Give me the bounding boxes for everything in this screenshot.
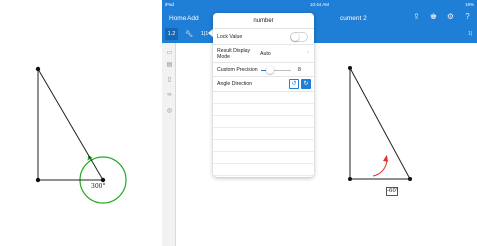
empty-list-row: [213, 152, 314, 164]
keyboard-icon[interactable]: ▭: [165, 48, 174, 56]
add-button[interactable]: Add: [187, 15, 199, 22]
custom-precision-label: Custom Precision: [217, 67, 258, 73]
right-arc-arrowhead: [383, 155, 389, 162]
angle-direction-row: Angle Direction ↺ ↻: [213, 77, 314, 92]
angle-measure-label[interactable]: -60°: [386, 187, 399, 196]
counterclockwise-icon[interactable]: ↺: [289, 79, 299, 89]
custom-precision-row: Custom Precision 8: [213, 63, 314, 77]
book-icon[interactable]: ▯: [165, 75, 174, 83]
left-vertex-bottom-left: [35, 177, 41, 183]
empty-list-row: [213, 92, 314, 104]
status-battery: 19%: [464, 2, 474, 7]
chevron-right-icon: ›: [307, 50, 309, 56]
angle-direction-label: Angle Direction: [217, 81, 253, 87]
empty-list-row: [213, 164, 314, 176]
document-title[interactable]: cument 2: [340, 15, 367, 22]
precision-slider-handle[interactable]: [266, 66, 274, 74]
left-vertex-top: [35, 66, 41, 72]
left-vertex-bottom-right: [100, 177, 106, 183]
empty-list-row: [213, 104, 314, 116]
custom-precision-value: 8: [298, 67, 301, 73]
lock-value-toggle[interactable]: [290, 32, 308, 42]
left-geometry-canvas[interactable]: 300°: [0, 0, 162, 246]
left-tool-sidebar: ▭ ▤ ▯ ∞ ◎: [162, 43, 176, 246]
layout-icon[interactable]: ▤: [165, 60, 174, 68]
right-hypotenuse: [349, 67, 411, 180]
status-time: 10:44 AM: [309, 2, 329, 7]
left-angle-label: 300°: [91, 183, 105, 190]
empty-list-row: [213, 140, 314, 152]
number-tool-button[interactable]: 1.2: [165, 28, 178, 40]
right-vertex-bottom-right: [408, 177, 412, 181]
lock-value-row: Lock Value: [213, 29, 314, 45]
result-display-label: Result Display Mode: [217, 48, 251, 60]
result-display-value: Auto: [260, 51, 271, 57]
panel-toggle-button[interactable]: 1|: [466, 28, 474, 40]
right-vertex-bottom-left: [348, 177, 352, 181]
popover-title: number: [213, 13, 314, 29]
camera-icon[interactable]: ◎: [165, 106, 174, 114]
empty-list-row: [213, 128, 314, 140]
user-icon[interactable]: ♚: [428, 11, 439, 22]
right-vertex-top: [348, 66, 352, 70]
link-icon[interactable]: ∞: [165, 91, 174, 99]
help-icon[interactable]: ?: [462, 11, 473, 22]
result-display-row[interactable]: Result Display Mode Auto ›: [213, 45, 314, 63]
lock-value-label: Lock Value: [217, 34, 243, 40]
share-icon[interactable]: ⇪: [411, 11, 422, 22]
empty-list-row: [213, 116, 314, 128]
left-triangle-figure: 300°: [35, 66, 127, 204]
wrench-icon[interactable]: 🔧︎: [183, 28, 195, 40]
status-bar: iPad 10:44 AM 19%: [162, 0, 477, 9]
ipad-app-window: iPad 10:44 AM 19% Home Add cument 2 ⇪ ♚ …: [162, 0, 477, 246]
gear-icon[interactable]: ⚙: [445, 11, 456, 22]
left-hypotenuse: [37, 68, 104, 181]
nav-icon-group: ⇪ ♚ ⚙ ?: [411, 11, 473, 22]
number-properties-popover: number Lock Value Result Display Mode Au…: [213, 13, 314, 177]
home-button[interactable]: Home: [169, 15, 186, 22]
clockwise-icon[interactable]: ↻: [301, 79, 311, 89]
